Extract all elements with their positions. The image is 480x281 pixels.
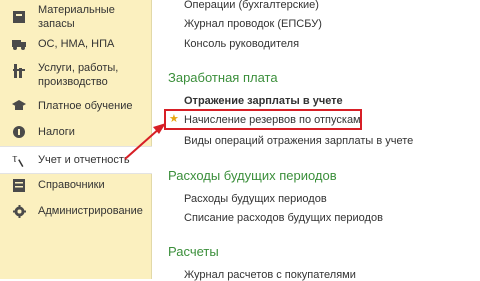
pointer-arrow (124, 123, 166, 160)
